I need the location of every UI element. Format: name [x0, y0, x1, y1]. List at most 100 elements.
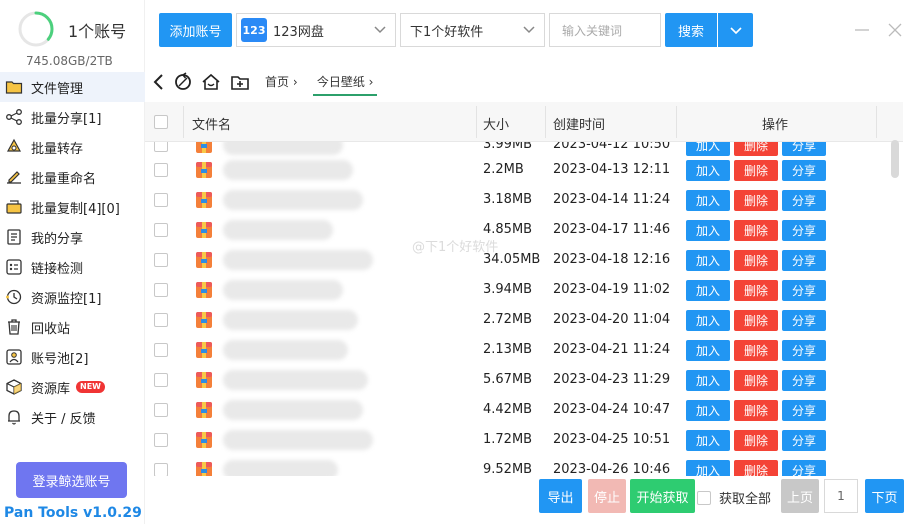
site-select[interactable]: 下1个好软件: [400, 13, 545, 47]
select-all-checkbox[interactable]: [154, 115, 168, 129]
header-created[interactable]: 创建时间: [553, 114, 605, 133]
table-row[interactable]: 3.94MB 2023-04-19 11:02 加入 删除 分享: [145, 275, 885, 305]
delete-button[interactable]: 删除: [734, 340, 778, 361]
table-row[interactable]: 4.85MB 2023-04-17 11:46 加入 删除 分享: [145, 215, 885, 245]
row-checkbox[interactable]: [154, 283, 168, 297]
table-row[interactable]: 4.42MB 2023-04-24 10:47 加入 删除 分享: [145, 395, 885, 425]
filename-redacted[interactable]: [223, 160, 353, 180]
close-icon[interactable]: [887, 22, 903, 38]
fetch-all-checkbox[interactable]: [697, 490, 711, 505]
filename-redacted[interactable]: [223, 142, 343, 155]
home-icon[interactable]: [201, 72, 221, 92]
add-button[interactable]: 加入: [686, 280, 730, 301]
delete-button[interactable]: 删除: [734, 250, 778, 271]
row-checkbox[interactable]: [154, 253, 168, 267]
share-button[interactable]: 分享: [782, 310, 826, 331]
delete-button[interactable]: 删除: [734, 142, 778, 156]
sidebar-item-0[interactable]: 文件管理: [0, 72, 145, 102]
sidebar-item-10[interactable]: 资源库 NEW: [0, 372, 145, 402]
filename-redacted[interactable]: [223, 250, 373, 270]
delete-button[interactable]: 删除: [734, 400, 778, 421]
add-button[interactable]: 加入: [686, 310, 730, 331]
table-row[interactable]: 5.67MB 2023-04-23 11:29 加入 删除 分享: [145, 365, 885, 395]
add-button[interactable]: 加入: [686, 190, 730, 211]
header-size[interactable]: 大小: [483, 114, 509, 133]
table-scrollbar[interactable]: [890, 140, 900, 476]
sidebar-item-1[interactable]: 批量分享[1]: [0, 102, 145, 132]
add-button[interactable]: 加入: [686, 400, 730, 421]
row-checkbox[interactable]: [154, 193, 168, 207]
share-button[interactable]: 分享: [782, 430, 826, 451]
sidebar-item-5[interactable]: 我的分享: [0, 222, 145, 252]
share-button[interactable]: 分享: [782, 340, 826, 361]
filename-redacted[interactable]: [223, 370, 368, 390]
refresh-icon[interactable]: [173, 72, 193, 92]
stop-button[interactable]: 停止: [588, 479, 626, 513]
back-arrow-icon[interactable]: [149, 72, 169, 92]
sidebar-item-4[interactable]: 批量复制[4][0]: [0, 192, 145, 222]
add-button[interactable]: 加入: [686, 460, 730, 476]
table-row[interactable]: 3.18MB 2023-04-14 11:24 加入 删除 分享: [145, 185, 885, 215]
sidebar-item-2[interactable]: 批量转存: [0, 132, 145, 162]
sidebar-item-7[interactable]: 资源监控[1]: [0, 282, 145, 312]
add-account-button[interactable]: 添加账号: [159, 13, 232, 47]
filename-redacted[interactable]: [223, 430, 373, 450]
filename-redacted[interactable]: [223, 460, 338, 476]
delete-button[interactable]: 删除: [734, 370, 778, 391]
share-button[interactable]: 分享: [782, 142, 826, 156]
row-checkbox[interactable]: [154, 313, 168, 327]
row-checkbox[interactable]: [154, 343, 168, 357]
delete-button[interactable]: 删除: [734, 460, 778, 476]
row-checkbox[interactable]: [154, 403, 168, 417]
sidebar-item-3[interactable]: 批量重命名: [0, 162, 145, 192]
login-button[interactable]: 登录鲸选账号: [16, 462, 127, 498]
filename-redacted[interactable]: [223, 310, 358, 330]
add-button[interactable]: 加入: [686, 142, 730, 156]
sidebar-item-6[interactable]: 链接检测: [0, 252, 145, 282]
row-checkbox[interactable]: [154, 463, 168, 476]
delete-button[interactable]: 删除: [734, 280, 778, 301]
filename-redacted[interactable]: [223, 220, 333, 240]
delete-button[interactable]: 删除: [734, 310, 778, 331]
delete-button[interactable]: 删除: [734, 430, 778, 451]
row-checkbox[interactable]: [154, 142, 168, 152]
share-button[interactable]: 分享: [782, 400, 826, 421]
share-button[interactable]: 分享: [782, 160, 826, 181]
filename-redacted[interactable]: [223, 190, 363, 210]
sidebar-item-8[interactable]: 回收站: [0, 312, 145, 342]
prev-page-button[interactable]: 上页: [781, 479, 819, 513]
add-button[interactable]: 加入: [686, 250, 730, 271]
start-fetch-button[interactable]: 开始获取: [630, 479, 695, 513]
search-input[interactable]: 输入关键词: [549, 13, 661, 47]
row-checkbox[interactable]: [154, 433, 168, 447]
row-checkbox[interactable]: [154, 373, 168, 387]
table-row[interactable]: 2.2MB 2023-04-13 12:11 加入 删除 分享: [145, 155, 885, 185]
share-button[interactable]: 分享: [782, 190, 826, 211]
new-folder-icon[interactable]: [230, 72, 250, 92]
search-button[interactable]: 搜索: [665, 13, 717, 47]
share-button[interactable]: 分享: [782, 280, 826, 301]
minimize-icon[interactable]: [854, 22, 870, 38]
export-button[interactable]: 导出: [539, 479, 582, 513]
add-button[interactable]: 加入: [686, 160, 730, 181]
sidebar-item-9[interactable]: 账号池[2]: [0, 342, 145, 372]
drive-select[interactable]: 123 123网盘: [236, 13, 396, 47]
share-button[interactable]: 分享: [782, 460, 826, 476]
search-dropdown-button[interactable]: [718, 13, 753, 47]
add-button[interactable]: 加入: [686, 430, 730, 451]
row-checkbox[interactable]: [154, 163, 168, 177]
scrollbar-thumb[interactable]: [891, 140, 899, 178]
delete-button[interactable]: 删除: [734, 190, 778, 211]
table-row[interactable]: 2.72MB 2023-04-20 11:04 加入 删除 分享: [145, 305, 885, 335]
row-checkbox[interactable]: [154, 223, 168, 237]
share-button[interactable]: 分享: [782, 370, 826, 391]
next-page-button[interactable]: 下页: [865, 479, 904, 513]
breadcrumb-home[interactable]: 首页 ›: [265, 73, 298, 90]
add-button[interactable]: 加入: [686, 340, 730, 361]
filename-redacted[interactable]: [223, 280, 343, 300]
delete-button[interactable]: 删除: [734, 220, 778, 241]
table-row[interactable]: 2.13MB 2023-04-21 11:24 加入 删除 分享: [145, 335, 885, 365]
table-row[interactable]: 34.05MB 2023-04-18 12:16 加入 删除 分享: [145, 245, 885, 275]
table-row[interactable]: 1.72MB 2023-04-25 10:51 加入 删除 分享: [145, 425, 885, 455]
breadcrumb-current[interactable]: 今日壁纸 ›: [313, 73, 378, 96]
